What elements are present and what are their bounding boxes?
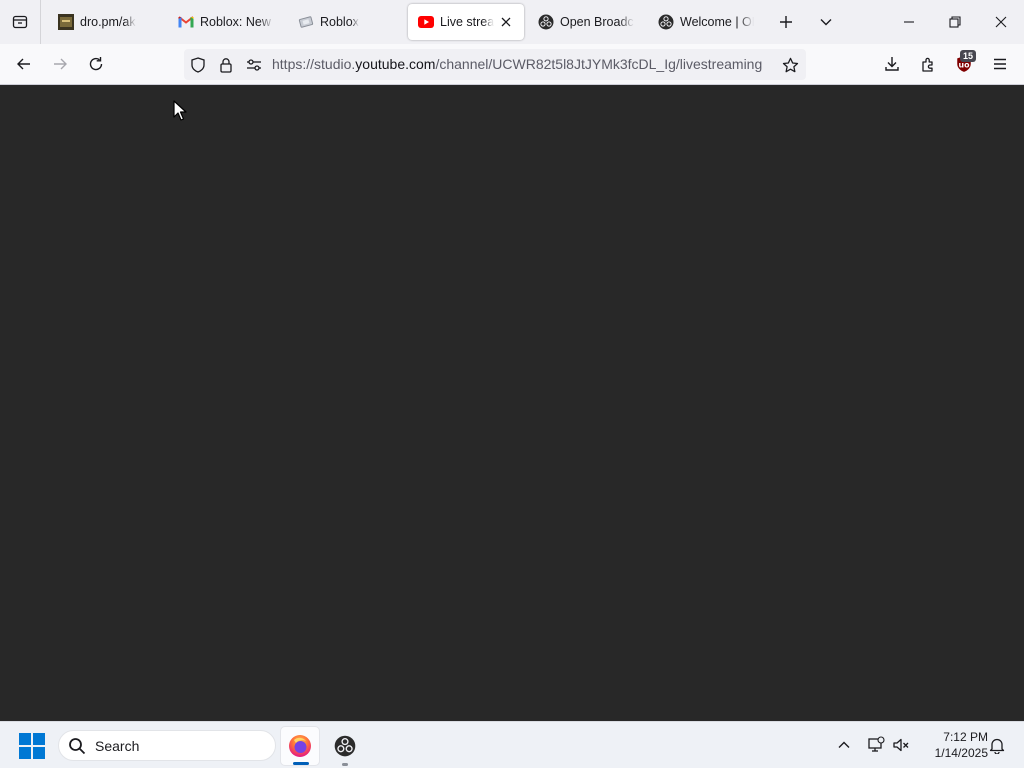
tab-title: Open Broadca — [560, 15, 634, 29]
tab-separator — [40, 0, 41, 44]
url-path: /channel/UCWR82t5l8JtJYMk3fcDL_Ig/livest… — [435, 56, 763, 72]
new-tab-button[interactable] — [771, 7, 801, 37]
tab-gmail[interactable]: Roblox: New l — [168, 4, 284, 40]
hamburger-menu-icon — [994, 58, 1006, 70]
network-icon — [868, 736, 885, 752]
obs-icon — [658, 14, 674, 30]
taskbar-search-box[interactable]: Search — [58, 730, 276, 761]
bookmark-star-icon[interactable] — [781, 56, 799, 74]
search-icon — [69, 737, 86, 754]
tab-title: Roblox: New l — [200, 15, 274, 29]
forward-button[interactable] — [45, 49, 75, 79]
tab-title: Roblox — [320, 15, 359, 29]
restore-button[interactable] — [932, 0, 978, 44]
restore-icon — [949, 16, 961, 28]
clock-date: 1/14/2025 — [934, 746, 988, 760]
url-text[interactable]: https://studio.youtube.com/channel/UCWR8… — [272, 49, 762, 80]
minimize-icon — [904, 21, 914, 23]
chevron-down-icon — [820, 19, 832, 26]
bell-icon — [989, 738, 1005, 754]
obs-icon — [538, 14, 554, 30]
page-content — [0, 85, 1024, 721]
firefox-view-button[interactable] — [0, 0, 40, 44]
chevron-up-icon — [838, 741, 850, 748]
tab-welcome-obs[interactable]: Welcome | OB — [648, 4, 764, 40]
blocked-count-badge: 15 — [960, 50, 976, 62]
firefox-icon — [289, 735, 311, 757]
speaker-muted-icon — [893, 738, 909, 752]
taskbar: Search 7:12 PM 1/14/2025 — [0, 721, 1024, 768]
puzzle-icon — [922, 57, 933, 72]
downloads-button[interactable] — [877, 49, 907, 79]
mouse-cursor-icon — [173, 100, 187, 121]
notifications-button[interactable] — [986, 734, 1008, 756]
taskbar-firefox[interactable] — [280, 726, 320, 766]
show-hidden-icons-button[interactable] — [833, 734, 855, 756]
tab-title: Live strea — [440, 15, 495, 29]
network-button[interactable] — [865, 734, 887, 756]
lock-icon[interactable] — [217, 56, 235, 74]
close-icon — [995, 16, 1007, 28]
navigation-toolbar: https://studio.youtube.com/channel/UCWR8… — [0, 44, 1024, 85]
youtube-icon — [418, 14, 434, 30]
tab-roblox[interactable]: Roblox — [288, 4, 404, 40]
volume-button[interactable] — [890, 734, 912, 756]
start-button[interactable] — [19, 733, 45, 759]
url-host: youtube.com — [355, 56, 436, 72]
back-button[interactable] — [9, 49, 39, 79]
dro-favicon — [58, 14, 74, 30]
arrow-right-icon — [54, 58, 67, 70]
minimize-button[interactable] — [886, 0, 932, 44]
url-bar[interactable]: https://studio.youtube.com/channel/UCWR8… — [184, 49, 806, 80]
clock-time: 7:12 PM — [943, 730, 988, 744]
arrow-left-icon — [17, 58, 30, 70]
system-clock[interactable]: 7:12 PM 1/14/2025 — [918, 729, 988, 761]
close-tab-icon[interactable] — [498, 14, 514, 30]
gmail-icon — [178, 14, 194, 30]
plus-icon — [780, 16, 792, 28]
tab-title: dro.pm/ak — [80, 15, 136, 29]
download-icon — [885, 57, 899, 71]
close-window-button[interactable] — [978, 0, 1024, 44]
permissions-icon[interactable] — [245, 56, 263, 74]
reload-button[interactable] — [81, 49, 111, 79]
reload-icon — [89, 57, 103, 71]
running-app-indicator — [342, 763, 348, 766]
roblox-icon — [298, 14, 314, 30]
firefox-view-icon — [12, 15, 28, 29]
windows-logo-icon — [19, 733, 45, 759]
tab-live-streaming[interactable]: Live strea — [408, 4, 524, 40]
list-all-tabs-button[interactable] — [811, 7, 841, 37]
search-label: Search — [95, 737, 140, 754]
tab-dro[interactable]: dro.pm/ak — [48, 4, 164, 40]
active-app-indicator — [293, 762, 309, 765]
url-prefix: https://studio. — [272, 56, 356, 72]
app-menu-button[interactable] — [985, 49, 1015, 79]
tab-strip: dro.pm/ak Roblox: New l Roblox Live stre… — [0, 0, 1024, 44]
obs-icon — [334, 735, 356, 757]
taskbar-obs[interactable] — [325, 726, 365, 766]
tracking-protection-shield-icon[interactable] — [189, 56, 207, 74]
tab-open-broadcaster[interactable]: Open Broadca — [528, 4, 644, 40]
extensions-button[interactable] — [913, 49, 943, 79]
tab-title: Welcome | OB — [680, 15, 754, 29]
